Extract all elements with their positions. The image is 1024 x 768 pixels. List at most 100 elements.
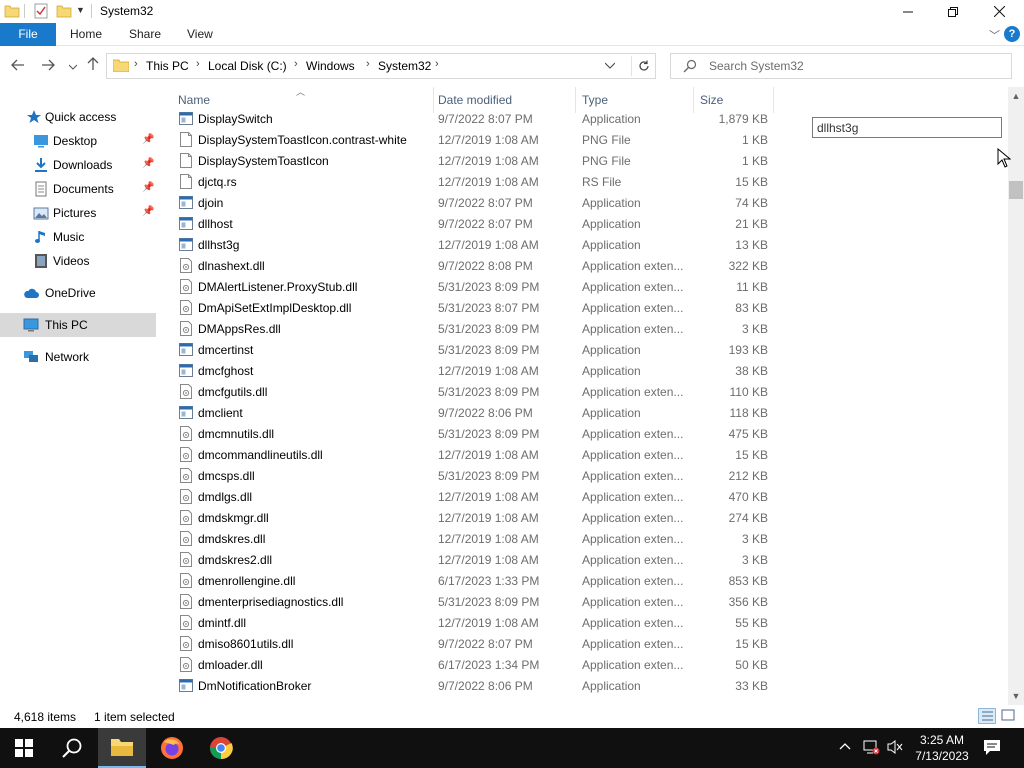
file-row[interactable]: DisplaySwitch 9/7/2022 8:07 PM Application… [160, 108, 780, 129]
minimize-button[interactable] [885, 0, 931, 23]
pin-icon[interactable]: 📌 [142, 158, 154, 169]
nav-item-videos[interactable]: Videos [0, 249, 156, 273]
file-row[interactable]: dmenterprisediagnostics.dll 5/31/2023 8:0… [160, 591, 780, 612]
rename-textbox[interactable] [812, 117, 1002, 138]
file-name: DisplaySwitch [198, 112, 273, 126]
file-explorer-taskbar-button[interactable] [98, 728, 146, 768]
show-hidden-icons-button[interactable] [839, 740, 851, 755]
file-row[interactable]: dmcertinst 5/31/2023 8:09 PM Application 19… [160, 339, 780, 360]
tab-file[interactable]: File [0, 23, 56, 46]
chrome-taskbar-button[interactable] [197, 728, 245, 768]
nav-item-onedrive[interactable]: OneDrive [0, 281, 156, 305]
start-button[interactable] [0, 728, 48, 768]
large-icons-view-button[interactable] [1000, 708, 1018, 724]
properties-icon[interactable] [33, 3, 49, 19]
rename-input[interactable] [817, 120, 997, 136]
search-input[interactable] [709, 54, 999, 78]
file-row[interactable]: dmcsps.dll 5/31/2023 8:09 PM Application e… [160, 465, 780, 486]
action-center-button[interactable] [982, 738, 1002, 759]
file-row[interactable]: dmdskmgr.dll 12/7/2019 1:08 AM Application… [160, 507, 780, 528]
maximize-button[interactable] [930, 0, 976, 23]
scroll-up-icon[interactable]: ▲ [1008, 91, 1024, 101]
file-size: 55 KB [735, 616, 768, 630]
crumb-this-pc[interactable]: This PC [146, 59, 189, 73]
nav-item-music[interactable]: Music [0, 225, 156, 249]
dll-file-icon [180, 573, 192, 588]
chevron-right-icon[interactable]: › [134, 58, 138, 70]
tab-view[interactable]: View [175, 23, 225, 46]
file-size: 13 KB [735, 238, 768, 252]
pin-icon[interactable]: 📌 [142, 182, 154, 193]
nav-item-documents[interactable]: Documents 📌 [0, 177, 156, 201]
nav-item-desktop[interactable]: Desktop 📌 [0, 129, 156, 153]
nav-item-network[interactable]: Network [0, 345, 156, 369]
chevron-right-icon[interactable]: › [435, 58, 439, 70]
new-folder-icon[interactable] [56, 3, 72, 19]
address-history-dropdown[interactable] [604, 57, 616, 76]
tab-share[interactable]: Share [117, 23, 173, 46]
file-name: dmdskres.dll [198, 532, 266, 546]
file-row[interactable]: dmcmnutils.dll 5/31/2023 8:09 PM Applicati… [160, 423, 780, 444]
tab-home[interactable]: Home [58, 23, 114, 46]
file-row[interactable]: DisplaySystemToastIcon.contrast-white 12/… [160, 129, 780, 150]
close-button[interactable] [976, 0, 1022, 23]
crumb-windows[interactable]: Windows [306, 59, 355, 73]
file-row[interactable]: DisplaySystemToastIcon 12/7/2019 1:08 AM P… [160, 150, 780, 171]
firefox-taskbar-button[interactable] [148, 728, 196, 768]
nav-item-this-pc[interactable]: This PC [0, 313, 156, 337]
file-row[interactable]: dmdlgs.dll 12/7/2019 1:08 AM Application e… [160, 486, 780, 507]
pin-icon[interactable]: 📌 [142, 206, 154, 217]
file-row[interactable]: dllhost 9/7/2022 8:07 PM Application 21 KB [160, 213, 780, 234]
file-type: PNG File [582, 154, 631, 168]
file-row[interactable]: djoin 9/7/2022 8:07 PM Application 74 KB [160, 192, 780, 213]
refresh-button[interactable] [631, 56, 655, 76]
file-row[interactable]: djctq.rs 12/7/2019 1:08 AM RS File 15 KB [160, 171, 780, 192]
back-button[interactable] [8, 57, 28, 77]
file-row[interactable]: dllhst3g 12/7/2019 1:08 AM Application 13 K… [160, 234, 780, 255]
chevron-right-icon[interactable]: › [294, 58, 298, 70]
file-row[interactable]: DMAlertListener.ProxyStub.dll 5/31/2023 8… [160, 276, 780, 297]
file-row[interactable]: dmdskres2.dll 12/7/2019 1:08 AM Applicatio… [160, 549, 780, 570]
forward-button[interactable] [38, 57, 58, 77]
nav-item-pictures[interactable]: Pictures 📌 [0, 201, 156, 225]
file-row[interactable]: dmiso8601utils.dll 9/7/2022 8:07 PM Applic… [160, 633, 780, 654]
scroll-down-icon[interactable]: ▼ [1008, 691, 1024, 701]
crumb-local-disk[interactable]: Local Disk (C:) [208, 59, 287, 73]
file-row[interactable]: DmApiSetExtImplDesktop.dll 5/31/2023 8:07… [160, 297, 780, 318]
file-row[interactable]: dmenrollengine.dll 6/17/2023 1:33 PM Appli… [160, 570, 780, 591]
nav-item-quick-access[interactable]: Quick access [0, 105, 156, 129]
file-row[interactable]: dmcfghost 12/7/2019 1:08 AM Application 38 … [160, 360, 780, 381]
search-box[interactable] [670, 53, 1012, 79]
file-row[interactable]: dmcfgutils.dll 5/31/2023 8:09 PM Applicati… [160, 381, 780, 402]
crumb-system32[interactable]: System32 [378, 59, 431, 73]
details-view-button[interactable] [978, 708, 996, 724]
customize-qat-icon[interactable]: ▼ [76, 5, 85, 15]
pin-icon[interactable]: 📌 [142, 134, 154, 145]
file-row[interactable]: DMAppsRes.dll 5/31/2023 8:09 PM Applicatio… [160, 318, 780, 339]
navigation-bar: › This PC › Local Disk (C:) › Windows › … [0, 46, 1024, 87]
expand-ribbon-icon[interactable]: ﹀ [989, 27, 1000, 43]
scrollbar-thumb[interactable] [1009, 181, 1023, 199]
recent-locations-button[interactable] [63, 57, 83, 77]
file-row[interactable]: dmcommandlineutils.dll 12/7/2019 1:08 AM A… [160, 444, 780, 465]
file-row[interactable]: dmdskres.dll 12/7/2019 1:08 AM Application… [160, 528, 780, 549]
file-row[interactable]: dlnashext.dll 9/7/2022 8:08 PM Application… [160, 255, 780, 276]
vertical-scrollbar[interactable]: ▲ ▼ [1008, 87, 1024, 705]
volume-button[interactable] [886, 739, 904, 758]
file-date: 9/7/2022 8:07 PM [438, 112, 533, 126]
file-row[interactable]: dmclient 9/7/2022 8:06 PM Application 118 K… [160, 402, 780, 423]
file-type: Application exten... [582, 511, 684, 525]
file-row[interactable]: DmNotificationBroker 9/7/2022 8:06 PM Appl… [160, 675, 780, 696]
help-button[interactable]: ? [1004, 26, 1020, 42]
file-row[interactable]: dmloader.dll 6/17/2023 1:34 PM Application… [160, 654, 780, 675]
network-status-button[interactable] [862, 739, 880, 758]
taskbar-clock[interactable]: 3:25 AM 7/13/2023 [912, 732, 972, 764]
up-button[interactable] [83, 57, 103, 77]
nav-item-downloads[interactable]: Downloads 📌 [0, 153, 156, 177]
file-row[interactable]: dmintf.dll 12/7/2019 1:08 AM Application e… [160, 612, 780, 633]
chevron-right-icon[interactable]: › [196, 58, 200, 70]
address-bar[interactable]: › This PC › Local Disk (C:) › Windows › … [106, 53, 656, 79]
file-size: 15 KB [735, 637, 768, 651]
search-button[interactable] [48, 728, 96, 768]
chevron-right-icon[interactable]: › [366, 58, 370, 70]
